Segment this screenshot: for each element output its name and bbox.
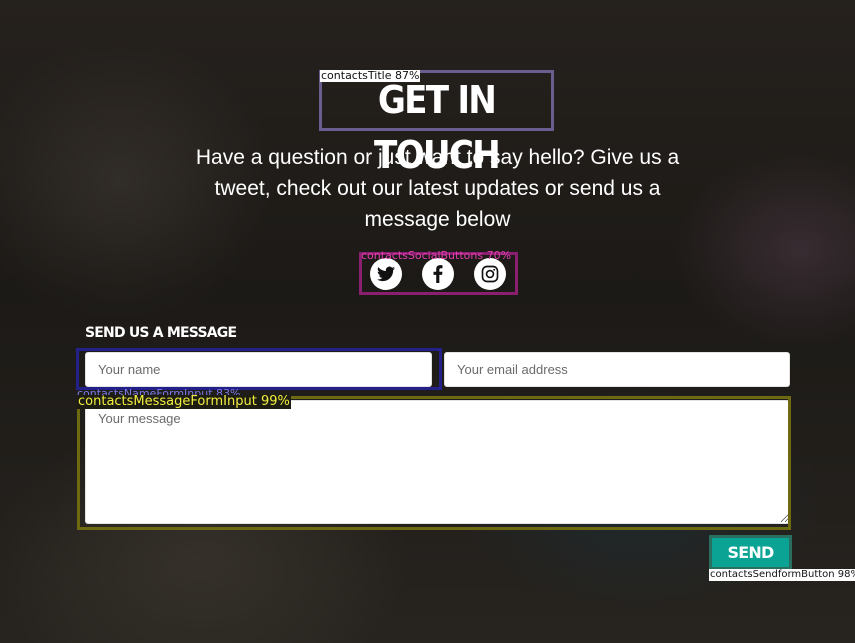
form-heading: SEND US A MESSAGE xyxy=(85,325,237,341)
send-button[interactable]: SEND xyxy=(711,537,790,568)
contacts-subtitle: Have a question or just want to say hell… xyxy=(195,146,680,231)
twitter-button[interactable] xyxy=(370,257,402,290)
twitter-icon xyxy=(377,266,395,281)
facebook-button[interactable] xyxy=(422,257,454,290)
annotation-label-send: contactsSendformButton 98% xyxy=(709,569,855,581)
name-input[interactable] xyxy=(85,352,432,387)
facebook-icon xyxy=(433,264,443,283)
annotation-label-title: contactsTitle 87% xyxy=(320,69,421,82)
instagram-icon xyxy=(481,265,499,282)
annotation-label-message: contactsMessageFormInput 99% xyxy=(77,394,291,409)
annotation-label-social: contactsSocialButtons 70% xyxy=(361,249,512,262)
instagram-button[interactable] xyxy=(474,257,506,290)
message-input[interactable] xyxy=(85,400,790,524)
email-input[interactable] xyxy=(444,352,790,387)
